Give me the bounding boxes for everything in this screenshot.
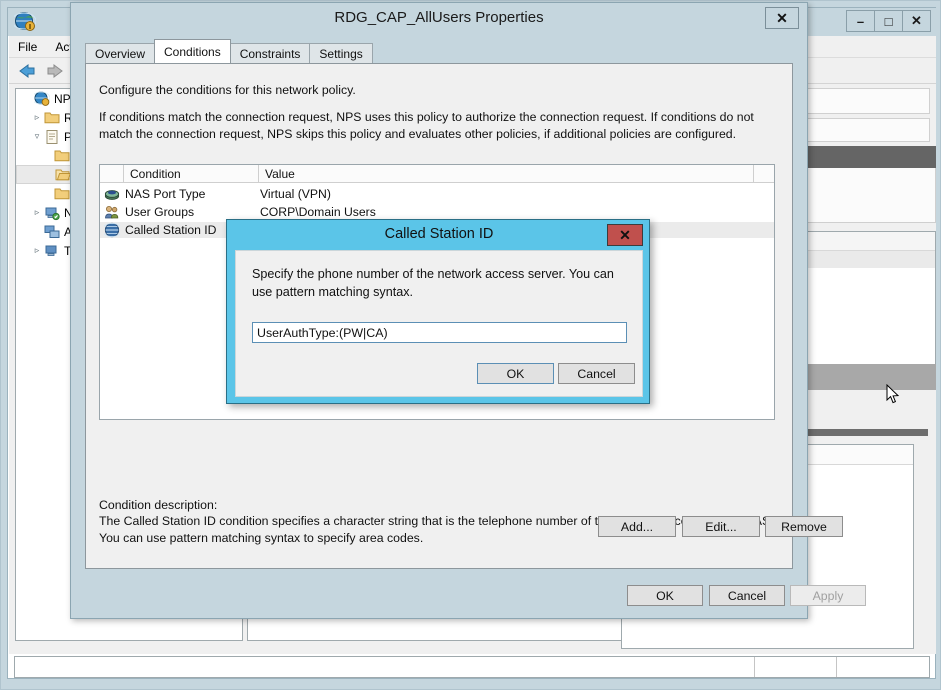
intro-line: Configure the conditions for this networ…: [99, 83, 356, 97]
tab-settings[interactable]: Settings: [309, 43, 373, 63]
mmc-status-strip: [14, 656, 930, 678]
table-row[interactable]: User Groups CORP\Domain Users: [100, 204, 774, 220]
ok-button[interactable]: OK: [627, 585, 703, 606]
status-cell-2: [755, 657, 837, 677]
forward-arrow-icon[interactable]: [43, 62, 65, 80]
column-header-condition[interactable]: Condition: [124, 165, 259, 182]
cell-value: CORP\Domain Users: [260, 205, 376, 219]
back-arrow-icon[interactable]: [17, 62, 39, 80]
dialog-body: Specify the phone number of the network …: [235, 250, 643, 397]
column-header-spacer[interactable]: [754, 165, 774, 182]
tree-expander[interactable]: ▿: [30, 131, 44, 142]
tree-expander[interactable]: ▹: [30, 112, 44, 123]
ok-button[interactable]: OK: [477, 363, 554, 384]
tree-expander[interactable]: ▹: [30, 245, 44, 256]
menu-file[interactable]: File: [9, 38, 46, 56]
accounting-computer-icon: [44, 224, 60, 240]
remove-button[interactable]: Remove: [765, 516, 843, 537]
condition-description-text: The Called Station ID condition specifie…: [99, 514, 778, 546]
cell-condition: NAS Port Type: [125, 187, 206, 201]
called-station-id-icon: [101, 222, 123, 238]
policy-document-icon: [44, 129, 60, 145]
cell-value: Virtual (VPN): [260, 187, 331, 201]
close-button[interactable]: ✕: [902, 10, 931, 32]
apply-button: Apply: [790, 585, 866, 606]
folder-icon: [54, 148, 70, 164]
conditions-table-header: Condition Value: [100, 165, 774, 183]
status-cell-3: [837, 657, 929, 677]
folder-icon: [54, 186, 70, 202]
properties-tablist[interactable]: Overview Conditions Constraints Settings: [85, 39, 373, 63]
tab-constraints[interactable]: Constraints: [229, 43, 311, 63]
page-title: RDG_CAP_AllUsers Properties: [334, 9, 544, 26]
tab-conditions[interactable]: Conditions: [154, 39, 231, 63]
network-computer-icon: [44, 205, 60, 221]
column-header-icon[interactable]: [100, 165, 124, 182]
dialog-title: Called Station ID: [384, 226, 494, 242]
status-cell-1: [15, 657, 755, 677]
mmc-window-controls[interactable]: – □ ✕: [846, 10, 931, 32]
tab-overview[interactable]: Overview: [85, 43, 156, 63]
column-header-value[interactable]: Value: [259, 165, 754, 182]
edit-button[interactable]: Edit...: [682, 516, 760, 537]
cancel-button[interactable]: Cancel: [709, 585, 785, 606]
folder-icon: [44, 110, 60, 126]
nps-globe-icon: [31, 91, 51, 107]
folder-open-icon: [55, 167, 72, 183]
user-groups-icon: [104, 204, 120, 220]
nas-port-type-icon: [104, 186, 120, 202]
close-icon[interactable]: ✕: [765, 7, 799, 29]
cancel-button[interactable]: Cancel: [558, 363, 635, 384]
maximize-button[interactable]: □: [874, 10, 903, 32]
body-paragraph: If conditions match the connection reque…: [99, 110, 754, 141]
called-station-id-dialog: Called Station ID ✕ Specify the phone nu…: [226, 219, 650, 404]
dialog-prompt: Specify the phone number of the network …: [252, 267, 614, 299]
cell-condition: User Groups: [125, 205, 195, 219]
tree-expander[interactable]: ▹: [30, 207, 44, 218]
close-icon[interactable]: ✕: [607, 224, 643, 246]
minimize-button[interactable]: –: [846, 10, 875, 32]
condition-description-label: Condition description:: [99, 498, 218, 512]
templates-computer-icon: [44, 243, 60, 259]
nps-globe-icon: [11, 11, 37, 33]
properties-titlebar[interactable]: RDG_CAP_AllUsers Properties ✕: [71, 3, 807, 33]
called-station-id-input[interactable]: UserAuthType:(PW|CA): [252, 322, 627, 343]
add-button[interactable]: Add...: [598, 516, 676, 537]
table-row[interactable]: NAS Port Type Virtual (VPN): [100, 186, 774, 202]
